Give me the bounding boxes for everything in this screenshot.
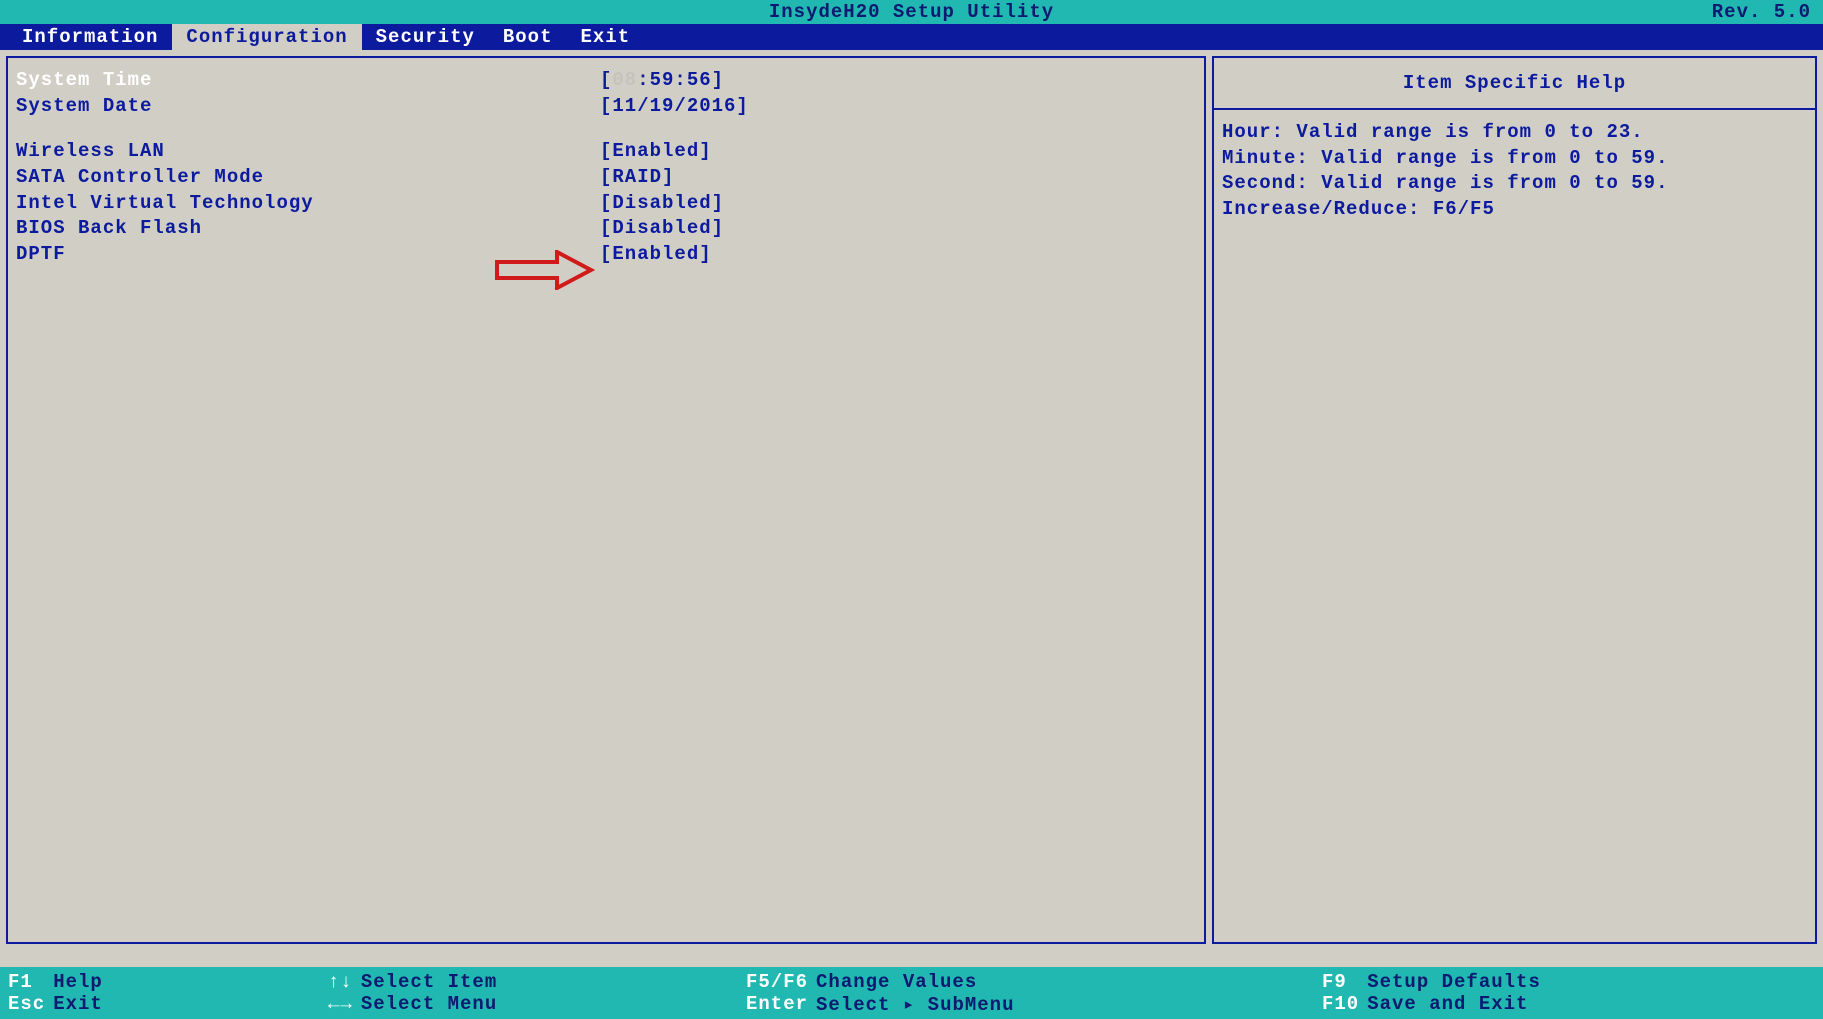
tab-configuration[interactable]: Configuration xyxy=(172,24,361,50)
setting-label: BIOS Back Flash xyxy=(16,216,600,242)
setting-value: [11/19/2016] xyxy=(600,94,749,120)
setting-wireless-lan[interactable]: Wireless LAN [Enabled] xyxy=(16,139,1196,165)
setting-value: [Disabled] xyxy=(600,216,724,242)
setting-value: [RAID] xyxy=(600,165,674,191)
tab-information[interactable]: Information xyxy=(8,24,172,50)
setting-bios-back-flash[interactable]: BIOS Back Flash [Disabled] xyxy=(16,216,1196,242)
footer-col-3: F5/F6 Change Values Enter Select ▸ SubMe… xyxy=(746,967,1322,1019)
setting-sata-controller-mode[interactable]: SATA Controller Mode [RAID] xyxy=(16,165,1196,191)
help-panel: Item Specific Help Hour: Valid range is … xyxy=(1212,56,1817,944)
setting-system-time[interactable]: System Time [08:59:56] xyxy=(16,68,1196,94)
utility-title: InsydeH20 Setup Utility xyxy=(769,1,1054,23)
setting-label: DPTF xyxy=(16,242,600,268)
help-line: Increase/Reduce: F6/F5 xyxy=(1222,197,1807,223)
footer-bar: F1 Help Esc Exit ↑↓ Select Item ←→ Selec… xyxy=(0,967,1823,1019)
setting-label: System Date xyxy=(16,94,600,120)
help-line: Minute: Valid range is from 0 to 59. xyxy=(1222,146,1807,172)
setting-value: [Disabled] xyxy=(600,191,724,217)
title-bar: InsydeH20 Setup Utility Rev. 5.0 xyxy=(0,0,1823,24)
setting-dptf[interactable]: DPTF [Enabled] xyxy=(16,242,1196,268)
setting-value: [08:59:56] xyxy=(600,68,724,94)
spacer xyxy=(16,119,1196,139)
footer-setup-defaults: F9 Setup Defaults xyxy=(1322,971,1823,993)
setting-label: System Time xyxy=(16,68,600,94)
help-line: Second: Valid range is from 0 to 59. xyxy=(1222,171,1807,197)
setting-label: Wireless LAN xyxy=(16,139,600,165)
footer-select-menu: ←→ Select Menu xyxy=(328,993,746,1015)
setting-value: [Enabled] xyxy=(600,139,712,165)
settings-panel: System Time [08:59:56] System Date [11/1… xyxy=(6,56,1206,944)
footer-save-exit: F10 Save and Exit xyxy=(1322,993,1823,1015)
footer-change-values: F5/F6 Change Values xyxy=(746,971,1322,993)
footer-col-4: F9 Setup Defaults F10 Save and Exit xyxy=(1322,967,1823,1019)
help-line: Hour: Valid range is from 0 to 23. xyxy=(1222,120,1807,146)
tab-exit[interactable]: Exit xyxy=(566,24,644,50)
setting-intel-virtual-technology[interactable]: Intel Virtual Technology [Disabled] xyxy=(16,191,1196,217)
help-title: Item Specific Help xyxy=(1214,58,1815,110)
setting-label: SATA Controller Mode xyxy=(16,165,600,191)
footer-help: F1 Help xyxy=(8,971,328,993)
tab-security[interactable]: Security xyxy=(362,24,489,50)
footer-exit: Esc Exit xyxy=(8,993,328,1015)
footer-select-item: ↑↓ Select Item xyxy=(328,971,746,993)
content-area: System Time [08:59:56] System Date [11/1… xyxy=(0,50,1823,948)
setting-system-date[interactable]: System Date [11/19/2016] xyxy=(16,94,1196,120)
tab-boot[interactable]: Boot xyxy=(489,24,567,50)
help-body: Hour: Valid range is from 0 to 23. Minut… xyxy=(1214,110,1815,233)
setting-value: [Enabled] xyxy=(600,242,712,268)
revision-label: Rev. 5.0 xyxy=(1712,1,1811,23)
setting-label: Intel Virtual Technology xyxy=(16,191,600,217)
footer-col-2: ↑↓ Select Item ←→ Select Menu xyxy=(328,967,746,1019)
footer-select-submenu: Enter Select ▸ SubMenu xyxy=(746,993,1322,1016)
footer-col-1: F1 Help Esc Exit xyxy=(8,967,328,1019)
menu-bar: Information Configuration Security Boot … xyxy=(0,24,1823,50)
